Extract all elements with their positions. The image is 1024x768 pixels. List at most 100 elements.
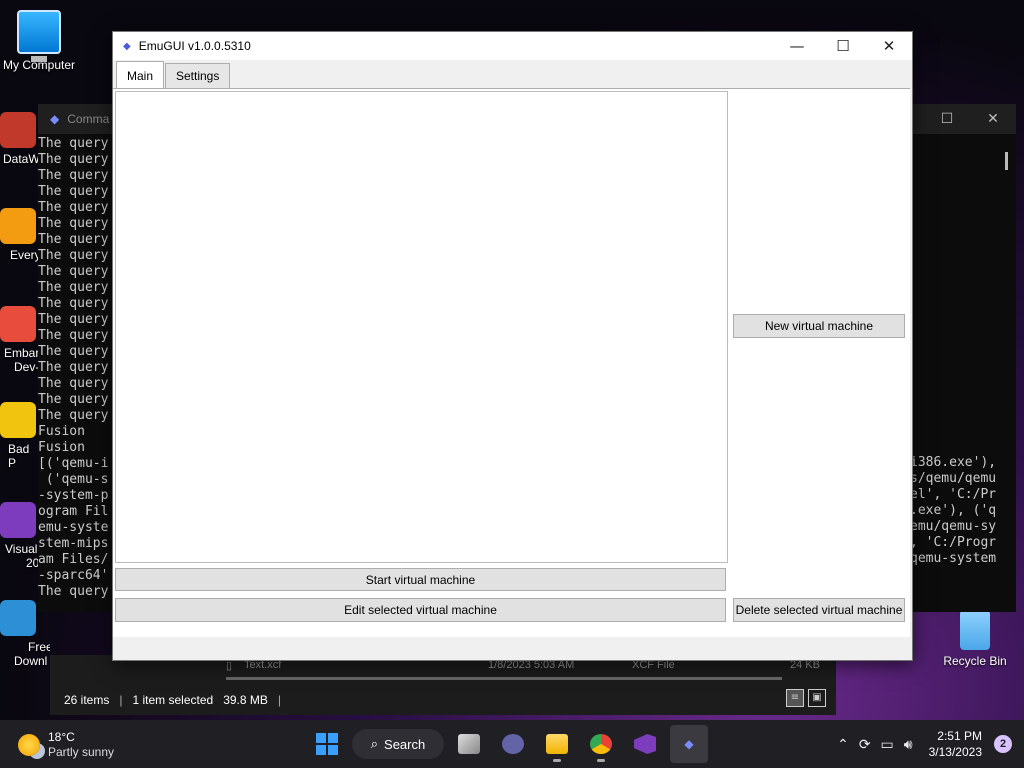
delete-vm-button[interactable]: Delete selected virtual machine bbox=[733, 598, 905, 622]
close-icon[interactable]: ✕ bbox=[970, 104, 1016, 134]
chrome-taskbar-button[interactable] bbox=[582, 725, 620, 763]
sync-icon[interactable]: ⟳ bbox=[859, 736, 871, 753]
console-line: el', 'C:/Pr bbox=[910, 487, 997, 502]
desktop-icon-recycle-bin[interactable]: Recycle Bin bbox=[937, 610, 1013, 668]
minimize-icon[interactable]: — bbox=[774, 32, 820, 60]
close-icon[interactable]: ✕ bbox=[866, 32, 912, 60]
console-line: The query bbox=[38, 216, 109, 231]
console-line: ogram Fil bbox=[38, 504, 109, 519]
console-line: The query bbox=[38, 264, 109, 279]
clock-date: 3/13/2023 bbox=[928, 745, 982, 759]
start-button[interactable] bbox=[308, 725, 346, 763]
console-line: The query bbox=[38, 328, 109, 343]
partly-sunny-icon bbox=[18, 734, 40, 756]
desktop-icon-everything[interactable]: Every bbox=[0, 208, 40, 262]
desktop-icon-label: Recycle Bin bbox=[943, 654, 1007, 668]
chevron-up-icon[interactable]: ⌃ bbox=[837, 736, 849, 753]
command-window-controls: ☐ ✕ bbox=[924, 104, 1016, 134]
item-count: 26 items bbox=[64, 693, 110, 707]
maximize-icon[interactable]: ☐ bbox=[924, 104, 970, 134]
console-line: stem-mips bbox=[38, 536, 109, 551]
system-tray: ⌃ ⟳ ▭ 🔊︎ 2:51 PM 3/13/2023 2 bbox=[837, 720, 1024, 768]
console-line: Fusion bbox=[38, 424, 85, 439]
command-output-right: i386.exe'), s/qemu/qemu el', 'C:/Pr .exe'),… bbox=[910, 455, 1000, 567]
desktop-icon-label: Embar bbox=[4, 346, 40, 360]
file-explorer-window[interactable]: ▯ Text.xcf 1/8/2023 5:03 AM XCF File 24 … bbox=[50, 655, 836, 715]
new-vm-button[interactable]: New virtual machine bbox=[733, 314, 905, 338]
view-toggle: ≡ ▣ bbox=[786, 689, 826, 707]
emugui-app-icon: ◆ bbox=[123, 40, 131, 52]
notification-badge[interactable]: 2 bbox=[994, 735, 1012, 753]
command-window-title: Comma bbox=[67, 112, 110, 126]
console-line: The query bbox=[38, 392, 109, 407]
command-output-left: The query The query The query The query The … bbox=[38, 136, 112, 600]
console-line: The query bbox=[38, 344, 109, 359]
console-line: The query bbox=[38, 408, 109, 423]
console-line: emu/qemu-sy bbox=[910, 519, 997, 534]
desktop-icon-bad-piggies[interactable]: Bad P bbox=[0, 402, 40, 470]
desktop-icon-label: Free bbox=[28, 640, 50, 654]
desktop-icon-label: Visual bbox=[5, 542, 38, 556]
maximize-icon[interactable]: ☐ bbox=[820, 32, 866, 60]
clock-time: 2:51 PM bbox=[937, 729, 982, 743]
virtual-machine-list[interactable] bbox=[115, 91, 728, 563]
tab-main[interactable]: Main bbox=[116, 61, 165, 89]
file-explorer-taskbar-button[interactable] bbox=[538, 725, 576, 763]
console-line: The query bbox=[38, 584, 109, 599]
tab-settings[interactable]: Settings bbox=[165, 63, 231, 88]
terminal-icon: ◆ bbox=[50, 112, 60, 126]
window-controls: — ☐ ✕ bbox=[774, 32, 912, 60]
console-line: -sparc64' bbox=[38, 568, 109, 583]
console-line: qemu-system bbox=[910, 551, 997, 566]
windows-logo-icon bbox=[316, 733, 338, 755]
tab-bar: Main Settings bbox=[113, 61, 912, 89]
console-line: i386.exe'), bbox=[910, 455, 997, 470]
taskbar-clock[interactable]: 2:51 PM 3/13/2023 bbox=[929, 728, 982, 760]
console-line: The query bbox=[38, 296, 109, 311]
search-icon: ⌕ bbox=[370, 736, 379, 751]
emugui-app-icon: ◆ bbox=[684, 737, 694, 751]
console-line: emu-syste bbox=[38, 520, 109, 535]
console-line: Fusion bbox=[38, 440, 85, 455]
desktop-icon-embarcadero[interactable]: Embar Dev- bbox=[0, 306, 40, 374]
horizontal-scrollbar[interactable] bbox=[226, 677, 782, 680]
console-line: The query bbox=[38, 360, 109, 375]
desktop-icon-my-computer[interactable]: My Computer bbox=[1, 10, 77, 72]
chrome-icon bbox=[590, 734, 612, 754]
console-line: The query bbox=[38, 136, 109, 151]
console-line: The query bbox=[38, 168, 109, 183]
app-icon bbox=[0, 112, 36, 148]
start-vm-button[interactable]: Start virtual machine bbox=[115, 568, 726, 591]
visual-studio-taskbar-button[interactable] bbox=[626, 725, 664, 763]
edit-vm-button[interactable]: Edit selected virtual machine bbox=[115, 598, 726, 622]
desktop-icon-visual-studio[interactable]: Visual 20 bbox=[0, 502, 40, 570]
emugui-taskbar-button[interactable]: ◆ bbox=[670, 725, 708, 763]
console-line: , 'C:/Progr bbox=[910, 535, 997, 550]
console-line: The query bbox=[38, 280, 109, 295]
chat-icon bbox=[502, 734, 524, 754]
desktop-icon-label: Downl bbox=[14, 654, 48, 668]
details-view-icon[interactable]: ≡ bbox=[786, 689, 804, 707]
scrollbar-thumb[interactable] bbox=[1005, 152, 1008, 170]
task-view-button[interactable] bbox=[450, 725, 488, 763]
recycle-bin-icon bbox=[960, 610, 990, 650]
weather-widget[interactable]: 18°C Partly sunny bbox=[18, 730, 114, 760]
task-view-icon bbox=[458, 734, 480, 754]
console-line: The query bbox=[38, 184, 109, 199]
volume-icon[interactable]: 🔊︎ bbox=[904, 736, 913, 753]
search-label: Search bbox=[384, 736, 426, 752]
emugui-window[interactable]: ◆ EmuGUI v1.0.0.5310 — ☐ ✕ Main Settings… bbox=[112, 31, 913, 661]
taskbar-search[interactable]: ⌕ Search bbox=[352, 729, 444, 759]
app-icon bbox=[0, 600, 36, 636]
console-line: The query bbox=[38, 200, 109, 215]
console-line: ('qemu-s bbox=[38, 472, 109, 487]
desktop-icon-datawrangler[interactable]: DataW bbox=[0, 112, 40, 166]
teams-chat-button[interactable] bbox=[494, 725, 532, 763]
network-icon[interactable]: ▭ bbox=[881, 736, 894, 753]
console-line: [('qemu-i bbox=[38, 456, 109, 471]
separator: | bbox=[119, 693, 123, 707]
console-line: The query bbox=[38, 232, 109, 247]
window-title: EmuGUI v1.0.0.5310 bbox=[138, 39, 251, 53]
tiles-view-icon[interactable]: ▣ bbox=[808, 689, 826, 707]
explorer-status-bar: 26 items | 1 item selected 39.8 MB | bbox=[64, 693, 281, 707]
